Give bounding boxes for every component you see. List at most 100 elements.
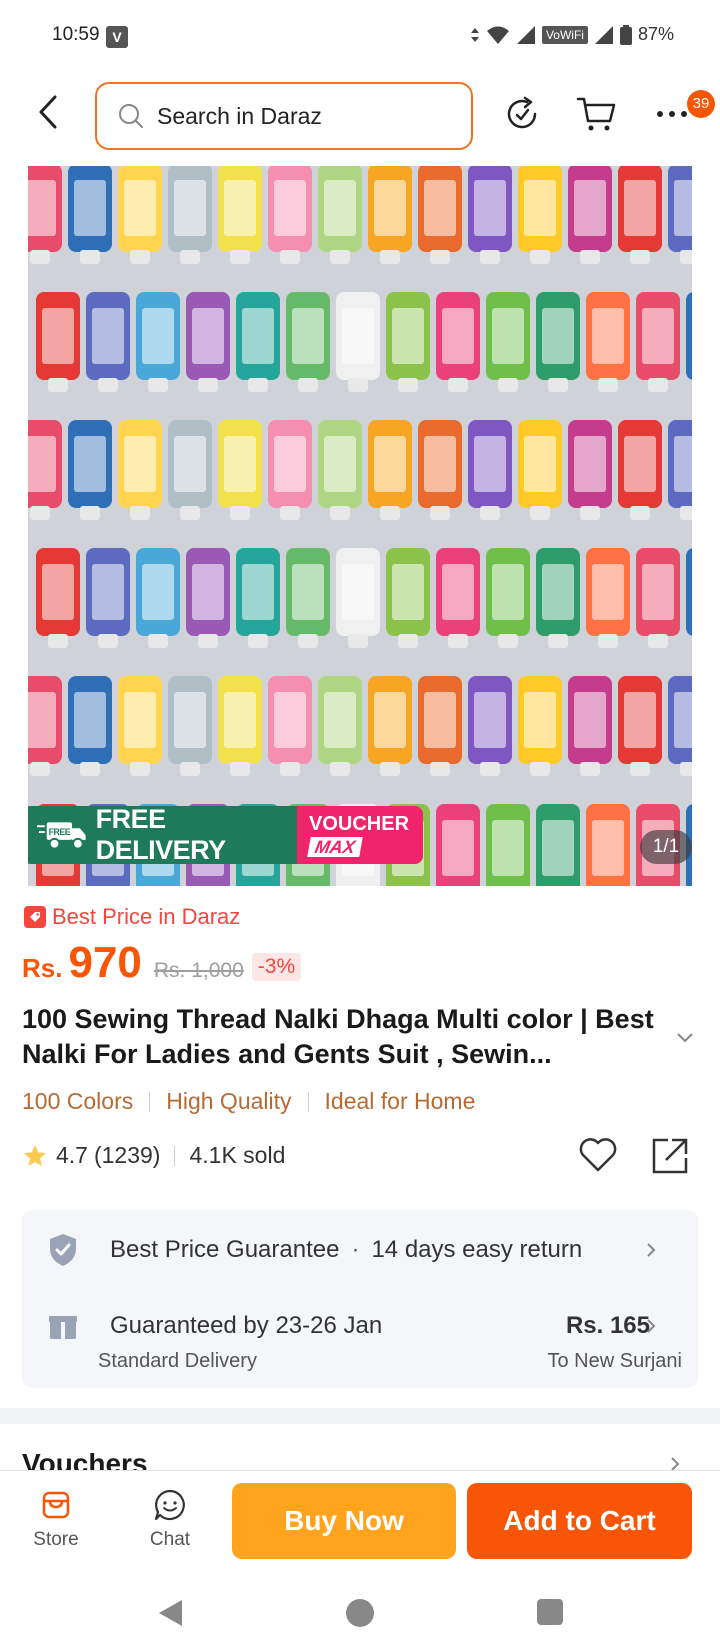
spool-cap: [348, 634, 368, 648]
tag-home: Ideal for Home: [324, 1088, 476, 1114]
spool-label: [124, 180, 156, 236]
vowifi-label: VoWiFi: [541, 25, 588, 44]
spool-cap: [330, 762, 350, 776]
add-to-cart-button[interactable]: Add to Cart: [467, 1483, 692, 1559]
spool-label: [642, 564, 674, 620]
nav-home-icon[interactable]: [345, 1598, 375, 1628]
buy-now-button[interactable]: Buy Now: [232, 1483, 456, 1559]
spool-label: [224, 180, 256, 236]
spool-cap: [130, 250, 150, 264]
tag-separator: [149, 1091, 151, 1112]
spool-label: [524, 436, 556, 492]
spool-label: [624, 436, 656, 492]
spool-label: [124, 436, 156, 492]
spool-label: [592, 308, 624, 364]
spool-label: [324, 180, 356, 236]
nav-recents-icon[interactable]: [536, 1598, 564, 1626]
spool-label: [392, 564, 424, 620]
spool-cap: [180, 250, 200, 264]
spool-cap: [180, 762, 200, 776]
section-divider: [0, 1408, 720, 1424]
spool-cap: [648, 634, 668, 648]
spool-cap: [548, 634, 568, 648]
store-button[interactable]: Store: [16, 1485, 96, 1551]
spool-label: [174, 180, 206, 236]
spool-cap: [430, 762, 450, 776]
spool-cap: [398, 378, 418, 392]
spool-label: [92, 564, 124, 620]
spool-cap: [430, 250, 450, 264]
spool-cap: [598, 378, 618, 392]
spool-cap: [480, 250, 500, 264]
spool-cap: [98, 634, 118, 648]
product-title[interactable]: 100 Sewing Thread Nalki Dhaga Multi colo…: [22, 1002, 662, 1072]
delivery-row[interactable]: Guaranteed by 23-26 Jan Rs. 165: [46, 1306, 676, 1346]
discount-badge: -3%: [251, 953, 302, 981]
spool-cap: [398, 634, 418, 648]
spool-cap: [330, 250, 350, 264]
cart-button[interactable]: [572, 90, 620, 138]
spool-label: [592, 820, 624, 876]
spool-label: [274, 692, 306, 748]
spool-cap: [248, 378, 268, 392]
carrier-badge: V: [106, 26, 128, 48]
spool-label: [242, 564, 274, 620]
spool-label: [474, 180, 506, 236]
battery-icon: [619, 24, 632, 45]
spool-cap: [48, 634, 68, 648]
nav-back-icon[interactable]: [156, 1598, 184, 1628]
spool-cap: [580, 762, 600, 776]
guarantee-row[interactable]: Best Price Guarantee · 14 days easy retu…: [46, 1230, 676, 1270]
rating-separator: [174, 1145, 176, 1166]
tag-colors: 100 Colors: [22, 1088, 134, 1114]
spool-cap: [530, 762, 550, 776]
thread-spool: [686, 292, 692, 380]
share-icon[interactable]: [650, 1136, 690, 1176]
spool-label: [74, 692, 106, 748]
spool-label: [424, 692, 456, 748]
promo-banner: FREE FREE DELIVERY VOUCHER MAX: [28, 806, 423, 864]
voucher-text: VOUCHER: [309, 812, 410, 835]
rating-row[interactable]: 4.7 (1239) 4.1K sold: [22, 1142, 285, 1169]
spool-cap: [80, 762, 100, 776]
share-refresh-button[interactable]: [498, 90, 546, 138]
spool-label: [274, 436, 306, 492]
price-row: Rs. 970 Rs. 1,000 -3%: [22, 938, 302, 988]
spool-cap: [630, 506, 650, 520]
spool-label: [374, 436, 406, 492]
delivery-type: Standard Delivery: [98, 1350, 257, 1372]
search-input[interactable]: Search in Daraz: [95, 82, 473, 150]
wishlist-heart-icon[interactable]: [578, 1136, 618, 1174]
back-button[interactable]: [30, 92, 66, 132]
chevron-down-icon[interactable]: [676, 1032, 694, 1044]
chat-label: Chat: [149, 1529, 191, 1550]
spool-label: [642, 308, 674, 364]
spool-cap: [80, 250, 100, 264]
chat-button[interactable]: Chat: [130, 1485, 210, 1551]
spool-cap: [30, 506, 50, 520]
status-indicators: VoWiFi 87%: [470, 24, 674, 45]
spool-cap: [130, 762, 150, 776]
spool-cap: [598, 634, 618, 648]
spool-cap: [280, 762, 300, 776]
product-image[interactable]: FREE FREE DELIVERY VOUCHER MAX 1/1: [28, 166, 692, 886]
spool-label: [242, 308, 274, 364]
spool-cap: [330, 506, 350, 520]
spool-label: [492, 820, 524, 876]
spool-cap: [198, 378, 218, 392]
thread-spool: [686, 548, 692, 636]
spool-label: [28, 692, 56, 748]
image-counter: 1/1: [640, 830, 692, 864]
spool-label: [324, 692, 356, 748]
return-policy-text: 14 days easy return: [371, 1236, 583, 1263]
spool-label: [174, 436, 206, 492]
spool-label: [624, 180, 656, 236]
spool-label: [624, 692, 656, 748]
guarantee-text: Best Price Guarantee: [110, 1236, 340, 1263]
spool-label: [74, 180, 106, 236]
status-time: 10:59: [52, 24, 100, 45]
free-delivery-text: FREE DELIVERY: [95, 806, 227, 864]
spool-label: [374, 692, 406, 748]
spool-cap: [230, 250, 250, 264]
signal-icon: [516, 25, 535, 44]
